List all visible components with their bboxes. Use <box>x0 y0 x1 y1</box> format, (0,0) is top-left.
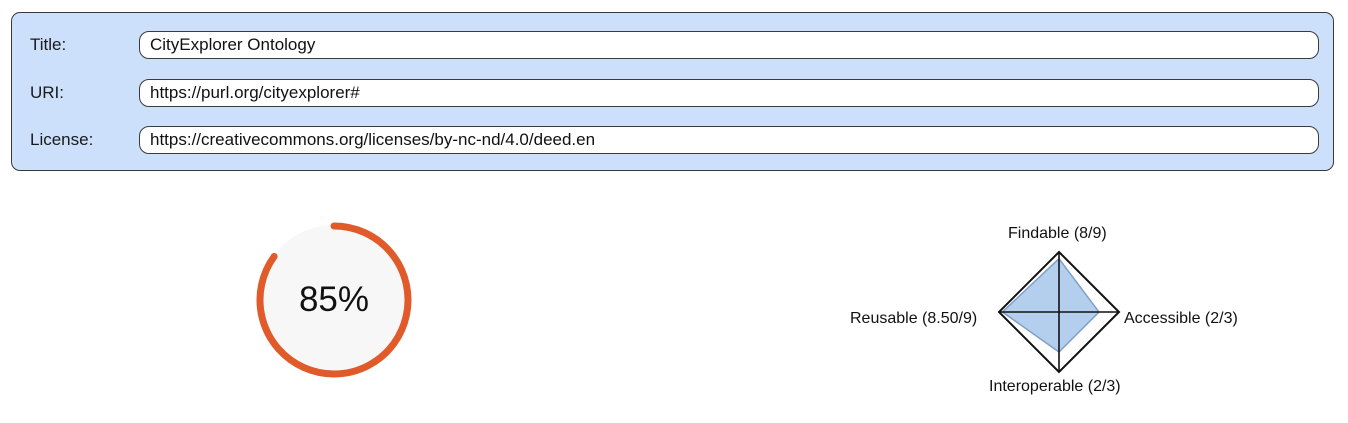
title-field[interactable]: CityExplorer Ontology <box>139 31 1319 59</box>
radar-label-accessible: Accessible (2/3) <box>1124 310 1238 327</box>
title-row: Title: CityExplorer Ontology <box>12 31 1333 59</box>
radar-label-interoperable: Interoperable (2/3) <box>989 378 1121 395</box>
fair-score-gauge: 85% <box>250 216 418 384</box>
uri-field[interactable]: https://purl.org/cityexplorer# <box>139 79 1319 107</box>
license-field[interactable]: https://creativecommons.org/licenses/by-… <box>139 126 1319 154</box>
fair-radar-chart: Findable (8/9) Accessible (2/3) Interope… <box>840 215 1260 405</box>
license-label: License: <box>30 130 94 149</box>
radar-label-findable: Findable (8/9) <box>1008 225 1107 242</box>
title-label: Title: <box>30 35 67 54</box>
radar-label-reusable: Reusable (8.50/9) <box>850 310 978 327</box>
uri-row: URI: https://purl.org/cityexplorer# <box>12 79 1333 107</box>
radar-score-area <box>1001 257 1101 353</box>
license-row: License: https://creativecommons.org/lic… <box>12 126 1333 154</box>
gauge-percentage: 85% <box>298 280 370 319</box>
uri-label: URI: <box>30 83 64 102</box>
ontology-metadata-panel: Title: CityExplorer Ontology URI: https:… <box>11 12 1334 171</box>
